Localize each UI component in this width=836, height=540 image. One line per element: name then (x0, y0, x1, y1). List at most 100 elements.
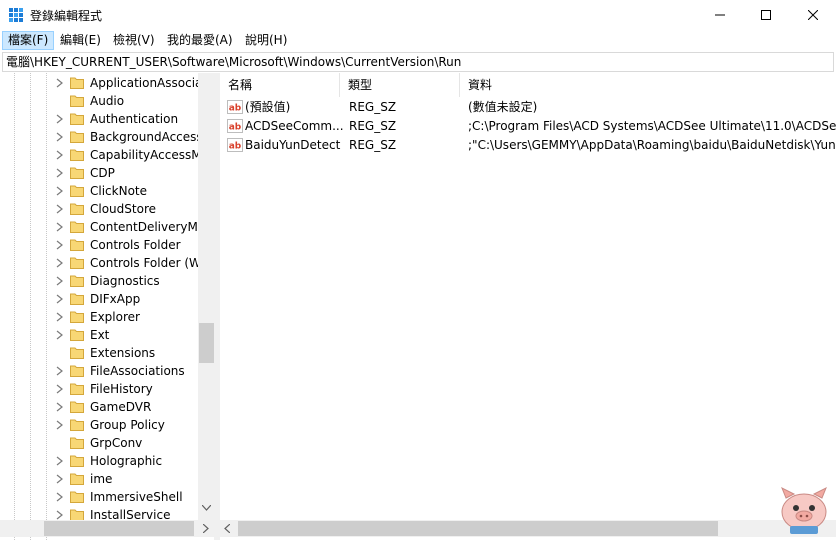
tree-item[interactable]: ImmersiveShell (0, 488, 198, 506)
value-data: ;C:\Program Files\ACD Systems\ACDSee Ult… (468, 119, 836, 133)
chevron-right-icon[interactable] (56, 384, 64, 394)
tree-item[interactable]: Extensions (0, 344, 198, 362)
menu-help[interactable]: 說明(H) (240, 31, 292, 50)
tree-item[interactable]: Audio (0, 92, 198, 110)
tree-item-label: Holographic (90, 454, 163, 468)
list-hscroll-thumb[interactable] (238, 521, 718, 536)
tree-item[interactable]: Controls Folder (0, 236, 198, 254)
chevron-right-icon[interactable] (56, 474, 64, 484)
tree-item[interactable]: Ext (0, 326, 198, 344)
tree-item[interactable]: Authentication (0, 110, 198, 128)
string-value-icon: ab (227, 119, 243, 133)
folder-icon (70, 383, 84, 395)
folder-icon (70, 347, 84, 359)
close-icon (808, 10, 818, 20)
tree-item-label: BackgroundAccessA (90, 130, 211, 144)
chevron-right-icon[interactable] (56, 186, 64, 196)
tree-item[interactable]: ClickNote (0, 182, 198, 200)
value-row[interactable]: ab (預設值) REG_SZ (數值未設定) (220, 98, 836, 117)
folder-icon (70, 311, 84, 323)
chevron-right-icon[interactable] (56, 222, 64, 232)
tree-item[interactable]: Explorer (0, 308, 198, 326)
tree-item-label: ContentDeliveryMa (90, 220, 206, 234)
chevron-right-icon[interactable] (56, 366, 64, 376)
column-header-type[interactable]: 類型 (340, 73, 460, 97)
value-data: (數值未設定) (468, 100, 538, 114)
chevron-right-icon[interactable] (56, 294, 64, 304)
tree-item[interactable]: Controls Folder (Wo (0, 254, 208, 272)
tree-hscroll-thumb[interactable] (44, 521, 194, 536)
chevron-right-icon[interactable] (56, 78, 64, 88)
scroll-down-icon[interactable] (202, 505, 211, 511)
value-name: ACDSeeComm... (245, 119, 343, 133)
folder-icon (70, 149, 84, 161)
tree-item-label: GrpConv (90, 436, 143, 450)
chevron-right-icon[interactable] (56, 402, 64, 412)
tree-item-label: GameDVR (90, 400, 152, 414)
tree-item-label: ime (90, 472, 113, 486)
column-header-data[interactable]: 資料 (460, 73, 836, 97)
tree-item[interactable]: GrpConv (0, 434, 198, 452)
tree-item[interactable]: ApplicationAssocia (0, 74, 202, 92)
value-row[interactable]: ab BaiduYunDetect REG_SZ ;"C:\Users\GEMMY\A… (220, 136, 836, 155)
folder-icon (70, 491, 84, 503)
tree-item[interactable]: GameDVR (0, 398, 198, 416)
value-row[interactable]: ab ACDSeeComm... REG_SZ ;C:\Program Files\A… (220, 117, 836, 136)
chevron-right-icon[interactable] (56, 330, 64, 340)
maximize-icon (761, 10, 771, 20)
chevron-right-icon[interactable] (56, 132, 64, 142)
scroll-left-icon[interactable] (224, 524, 230, 533)
chevron-right-icon[interactable] (56, 510, 64, 520)
list-horizontal-scrollbar[interactable] (220, 520, 836, 537)
folder-icon (70, 329, 84, 341)
key-tree[interactable]: ApplicationAssocia Audio Authentication Bac… (0, 73, 215, 540)
chevron-right-icon[interactable] (56, 492, 64, 502)
tree-item[interactable]: Group Policy (0, 416, 198, 434)
tree-item-label: CDP (90, 166, 115, 180)
value-name: (預設值) (245, 100, 291, 114)
tree-item-label: Controls Folder (Wo (90, 256, 208, 270)
scroll-right-icon[interactable] (203, 524, 209, 533)
folder-icon (70, 221, 84, 233)
close-button[interactable] (790, 0, 836, 30)
menu-view[interactable]: 檢視(V) (108, 31, 160, 50)
minimize-button[interactable] (697, 0, 743, 30)
chevron-right-icon[interactable] (56, 276, 64, 286)
tree-item[interactable]: FileHistory (0, 380, 198, 398)
tree-scroll-thumb[interactable] (199, 323, 214, 363)
menu-favorites[interactable]: 我的最愛(A) (162, 31, 238, 50)
chevron-right-icon[interactable] (56, 204, 64, 214)
chevron-right-icon[interactable] (56, 240, 64, 250)
tree-item[interactable]: ContentDeliveryMa (0, 218, 205, 236)
folder-icon (70, 203, 84, 215)
tree-item-label: ImmersiveShell (90, 490, 183, 504)
chevron-right-icon[interactable] (56, 168, 64, 178)
column-header-name[interactable]: 名稱 (220, 73, 340, 97)
address-bar[interactable]: 電腦\HKEY_CURRENT_USER\Software\Microsoft\… (2, 52, 834, 72)
tree-item-label: Extensions (90, 346, 156, 360)
tree-horizontal-scrollbar[interactable] (0, 520, 215, 537)
tree-item[interactable]: Diagnostics (0, 272, 198, 290)
tree-item[interactable]: CapabilityAccessMa (0, 146, 209, 164)
chevron-right-icon[interactable] (56, 420, 64, 430)
tree-item[interactable]: CDP (0, 164, 198, 182)
tree-item[interactable]: BackgroundAccessA (0, 128, 211, 146)
svg-text:ab: ab (229, 142, 242, 152)
chevron-right-icon[interactable] (56, 258, 64, 268)
value-list[interactable]: 名稱 類型 資料 ab (預設值) REG_SZ (數值未設定) ab ACDSeeCom… (220, 73, 836, 540)
tree-item[interactable]: CloudStore (0, 200, 198, 218)
tree-item[interactable]: DIFxApp (0, 290, 198, 308)
folder-icon (70, 401, 84, 413)
tree-item[interactable]: FileAssociations (0, 362, 198, 380)
tree-item[interactable]: Holographic (0, 452, 198, 470)
tree-vertical-scrollbar[interactable] (198, 73, 215, 520)
tree-item[interactable]: ime (0, 470, 198, 488)
chevron-right-icon[interactable] (56, 456, 64, 466)
menu-edit[interactable]: 編輯(E) (55, 31, 106, 50)
maximize-button[interactable] (743, 0, 789, 30)
chevron-right-icon[interactable] (56, 150, 64, 160)
chevron-right-icon[interactable] (56, 114, 64, 124)
value-data: ;"C:\Users\GEMMY\AppData\Roaming\baidu\B… (468, 138, 836, 152)
chevron-right-icon[interactable] (56, 312, 64, 322)
menu-file[interactable]: 檔案(F) (2, 31, 55, 50)
